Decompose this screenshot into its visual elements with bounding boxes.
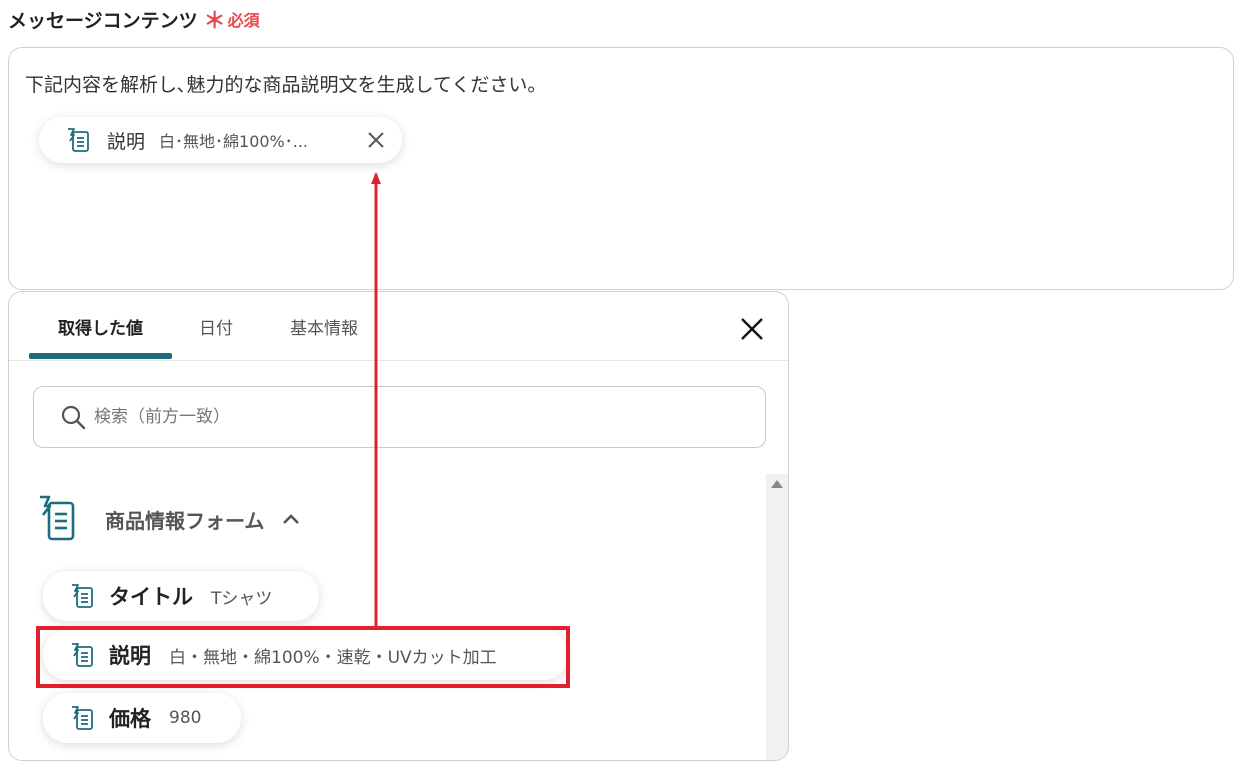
tab-acquired-values[interactable]: 取得した値 xyxy=(29,292,172,360)
group-label: 商品情報フォーム xyxy=(105,508,265,533)
value-picker-panel: 取得した値 日付 基本情報 商品情報フォーム xyxy=(8,291,789,761)
annotation-arrow xyxy=(371,172,381,628)
tab-date[interactable]: 日付 xyxy=(181,292,251,360)
close-icon[interactable] xyxy=(364,128,388,152)
tab-bar: 取得した値 日付 基本情報 xyxy=(9,292,788,361)
chevron-up-icon[interactable] xyxy=(280,508,302,530)
message-content-editor[interactable]: 下記内容を解析し､魅力的な商品説明文を生成してください。 説明 白･無地･綿10… xyxy=(8,47,1234,290)
item-value: 980 xyxy=(169,708,202,728)
scroll-up-arrow-icon[interactable] xyxy=(771,480,783,488)
required-star-icon: ＊ xyxy=(203,9,226,34)
active-tab-indicator xyxy=(29,353,172,359)
chip-value: 白･無地･綿100%･... xyxy=(159,132,309,151)
form-doc-icon xyxy=(68,128,89,152)
search-icon xyxy=(61,405,86,430)
chip-title: 説明 xyxy=(107,130,146,153)
list-item-title[interactable]: タイトル Tシャツ xyxy=(43,571,319,621)
search-box[interactable] xyxy=(33,386,766,448)
close-icon[interactable] xyxy=(737,314,767,344)
field-label: メッセージコンテンツ ＊ 必須 xyxy=(8,4,260,34)
form-doc-icon xyxy=(72,584,93,608)
scrollbar[interactable] xyxy=(766,474,788,760)
required-label: 必須 xyxy=(227,11,260,30)
form-doc-icon xyxy=(72,706,93,730)
group-header-product-form[interactable]: 商品情報フォーム xyxy=(37,492,302,546)
inserted-value-chip[interactable]: 説明 白･無地･綿100%･... xyxy=(39,117,402,163)
search-input[interactable] xyxy=(92,406,716,428)
form-doc-icon xyxy=(40,495,75,541)
highlight-annotation xyxy=(36,626,570,688)
item-value: Tシャツ xyxy=(211,588,273,609)
message-text[interactable]: 下記内容を解析し､魅力的な商品説明文を生成してください。 xyxy=(25,70,546,97)
list-item-price[interactable]: 価格 980 xyxy=(43,693,241,743)
field-label-text: メッセージコンテンツ xyxy=(8,9,198,32)
item-title: 価格 xyxy=(109,707,151,731)
item-title: タイトル xyxy=(109,585,193,609)
